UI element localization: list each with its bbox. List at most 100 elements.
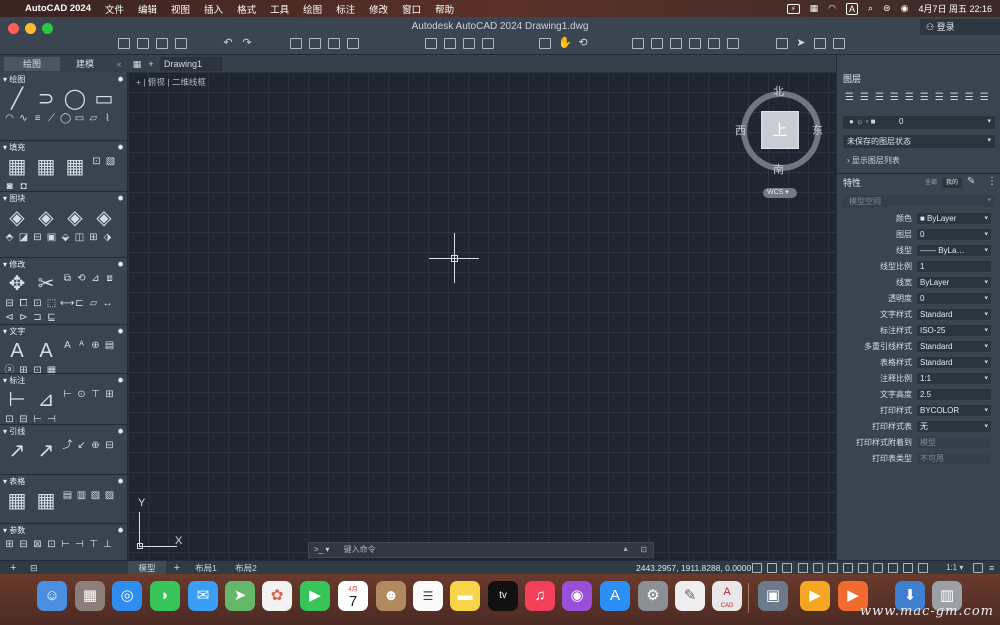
viewcube-top-face[interactable]: 上 [761,111,799,149]
property-value[interactable]: 0 ▾ [917,293,991,304]
tool-icon-small[interactable]: ᴬ [76,341,87,352]
tool-icon-small[interactable]: ⊏ [74,299,85,310]
app-store-icon[interactable]: A [600,581,630,611]
property-value[interactable]: 1:1 ▾ [917,373,991,384]
property-value[interactable]: 1 [917,261,991,272]
menu-help[interactable]: 帮助 [428,2,461,16]
tab-modeling[interactable]: 建模 [60,57,110,71]
tv-icon[interactable]: tv [488,581,518,611]
gear-icon[interactable]: ✹ [117,426,124,438]
tool-icon-small[interactable]: ⊡ [91,157,102,168]
tool-icon-small[interactable]: ▧ [105,157,116,168]
lineweight-toggle-icon[interactable] [843,563,853,573]
notes-icon[interactable]: ▬ [450,581,480,611]
tool-icon-small[interactable]: ⬚ [46,299,57,310]
layer-state-icon[interactable]: ☰ [875,92,884,106]
publish-icon[interactable] [347,38,359,49]
login-button[interactable]: ⚇ 登录 [920,19,1000,35]
workspace-icon[interactable] [973,563,983,573]
tool-icon-small[interactable]: ∿ [18,114,29,125]
add-palette-icon[interactable]: + [10,561,16,575]
photos-icon[interactable]: ✿ [262,581,292,611]
calendar-icon[interactable]: 4月 7 [338,581,368,611]
menu-dimension[interactable]: 标注 [329,2,362,16]
layer-walk-icon[interactable]: ☰ [980,92,989,106]
undo-icon[interactable]: ↶ [222,38,234,49]
layer-state-select[interactable]: 未保存的图层状态 ▾ [843,135,995,148]
wifi-icon[interactable]: ◠ [828,3,836,14]
launchpad-icon[interactable]: ▦ [75,581,105,611]
tool-icon-small[interactable]: ⊕ [90,341,101,352]
tool-icon-small[interactable]: ⊑ [46,313,57,324]
tool-icon-small[interactable]: A [62,341,73,352]
tab-layout1[interactable]: 布局1 [188,561,224,575]
tool-icon[interactable]: ◯ [62,89,88,111]
tool-icon[interactable]: ⊃ [33,89,59,111]
annotation-visibility-icon[interactable] [888,563,898,573]
tool-icon-small[interactable]: ⊟ [4,299,15,310]
osnap-toggle-icon[interactable] [813,563,823,573]
tab-layout2[interactable]: 布局2 [228,561,264,575]
tool-icon[interactable]: ⊢ [4,390,30,412]
compass-south[interactable]: 南 [773,161,784,177]
customize-status-icon[interactable]: ≡ [989,561,994,575]
open-file-icon[interactable] [137,38,149,49]
layer-lock-icon[interactable]: ☰ [935,92,944,106]
current-layer-select[interactable]: ● ☼ ▫ ■ 0 ▾ [843,116,995,129]
print-preview-icon[interactable] [444,38,456,49]
annotation-scale-select[interactable]: 1:1 ▾ [946,561,963,575]
property-value[interactable]: Standard ▾ [917,357,991,368]
compass-west[interactable]: 西 [735,122,746,138]
gear-icon[interactable]: ✹ [117,326,124,338]
palette-section-header[interactable]: ▾ 填充 ✹ [0,142,127,154]
tool-icon-small[interactable]: ▤ [62,491,73,502]
palette-section-header[interactable]: ▾ 绘图 ✹ [0,74,127,86]
block-tool-icon[interactable] [651,38,663,49]
match-props-icon[interactable] [727,38,739,49]
command-settings-icon[interactable]: ⊡ [640,543,647,557]
compass-north[interactable]: 北 [773,83,784,99]
layer-freeze-icon[interactable]: ☰ [905,92,914,106]
tool-icon-small[interactable]: ◯ [60,114,71,125]
property-value[interactable]: BYCOLOR ▾ [917,405,991,416]
property-value[interactable]: —— ByLa… ▾ [917,245,991,256]
show-layer-list[interactable]: › 显示图层列表 [837,155,1000,167]
start-grid-icon[interactable]: ▦ [131,57,143,71]
tool-icon-small[interactable]: ⊞ [88,233,99,244]
menu-format[interactable]: 格式 [230,2,263,16]
otrack-toggle-icon[interactable] [828,563,838,573]
tool-icon-small[interactable]: ↔ [102,299,113,310]
tool-icon-small[interactable]: ⟷ [60,299,74,310]
collapse-left-icon[interactable]: « [114,57,124,71]
siri-icon[interactable]: ◉ [901,3,909,14]
tool-icon-small[interactable]: ⊤ [88,540,99,551]
page-setup-icon[interactable] [328,38,340,49]
music-icon[interactable]: ♫ [525,581,555,611]
tool-icon-small[interactable]: ⟋ [46,114,57,125]
gear-icon[interactable]: ✹ [117,525,124,537]
palette-section-header[interactable]: ▾ 修改 ✹ [0,259,127,271]
tool-icon-small[interactable]: ▤ [104,341,115,352]
annotation-scale-icon[interactable] [918,563,928,573]
props-menu-icon[interactable]: ⋮ [987,176,997,187]
tool-icon-small[interactable]: ⊞ [104,390,115,401]
menu-file[interactable]: 文件 [98,2,131,16]
tool-icon[interactable]: ◈ [33,208,59,230]
gear-icon[interactable]: ✹ [117,193,124,205]
app-icon-2[interactable]: ▶ [800,581,830,611]
tool-icon[interactable]: A [33,341,59,363]
palette-section-header[interactable]: ▾ 参数 ✹ [0,525,127,537]
tool-icon[interactable]: ▦ [33,491,59,513]
command-prompt-icon[interactable]: >_ ▾ [309,545,329,554]
save-icon[interactable] [156,38,168,49]
tab-model[interactable]: 模型 [128,561,166,575]
tool-icon-small[interactable]: ⊿ [90,274,101,285]
tool-icon[interactable]: ↗ [4,441,30,463]
app-menu[interactable]: AutoCAD 2024 [18,3,98,14]
property-value[interactable]: 2.5 [917,389,991,400]
coordinate-readout[interactable]: 2443.2957, 1911.8288, 0.0000 [636,561,751,575]
zoom-window-icon[interactable] [539,38,551,49]
tool-icon-small[interactable]: ◫ [74,233,85,244]
palette-options-icon[interactable]: ⊟ [30,561,38,575]
messages-icon[interactable]: ◗ [150,581,180,611]
